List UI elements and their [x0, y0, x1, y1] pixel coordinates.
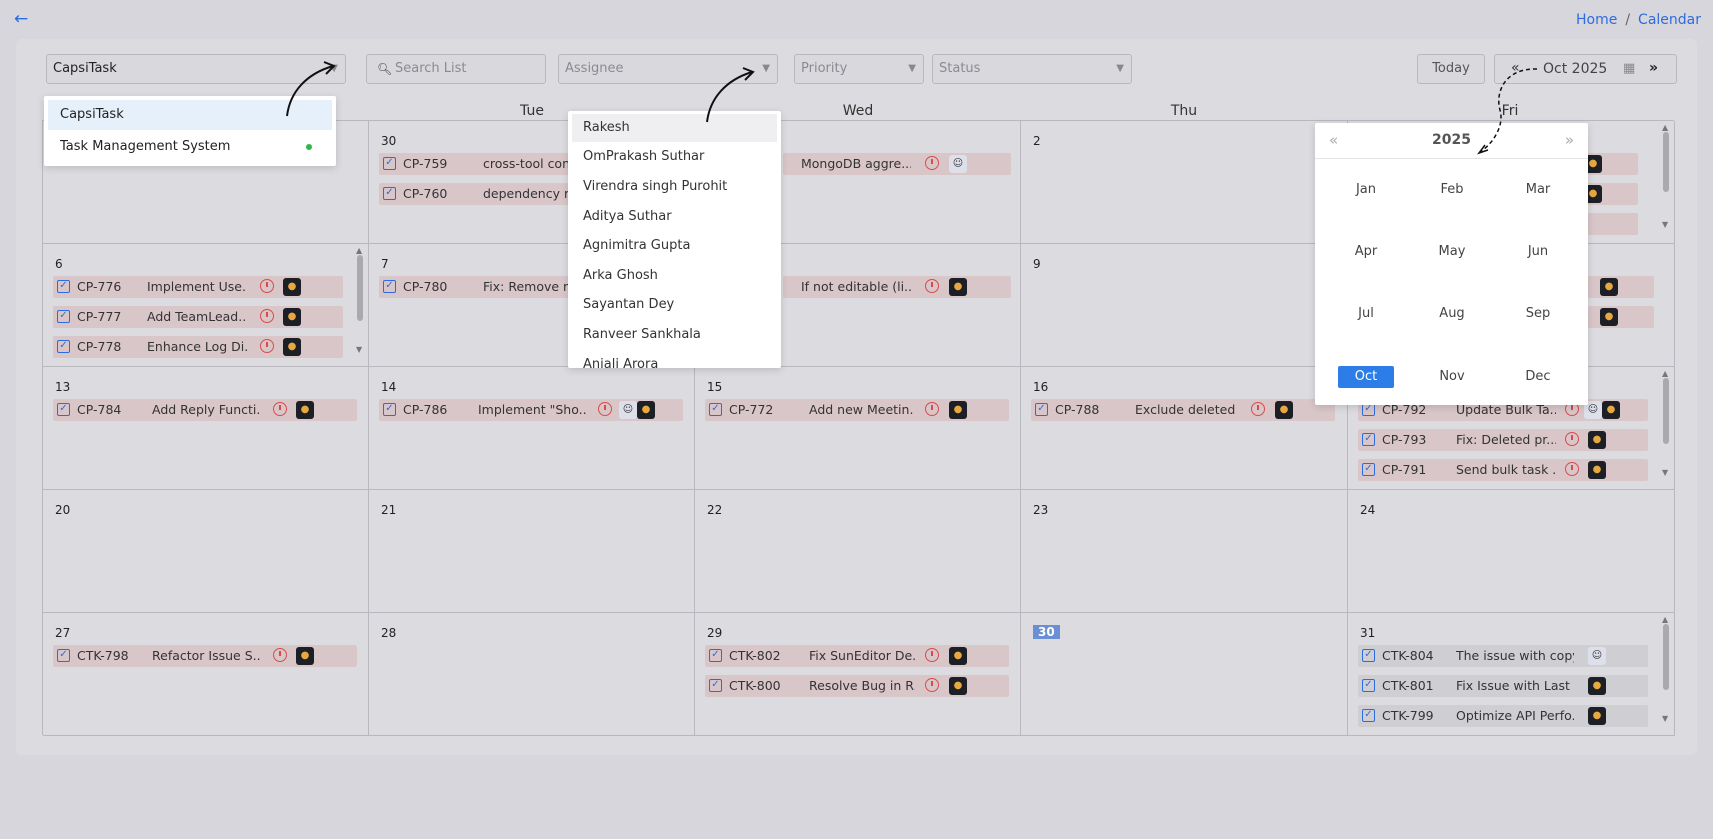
- annotation-arrow-month: [1479, 68, 1538, 153]
- annotation-arrows: [286, 61, 1538, 155]
